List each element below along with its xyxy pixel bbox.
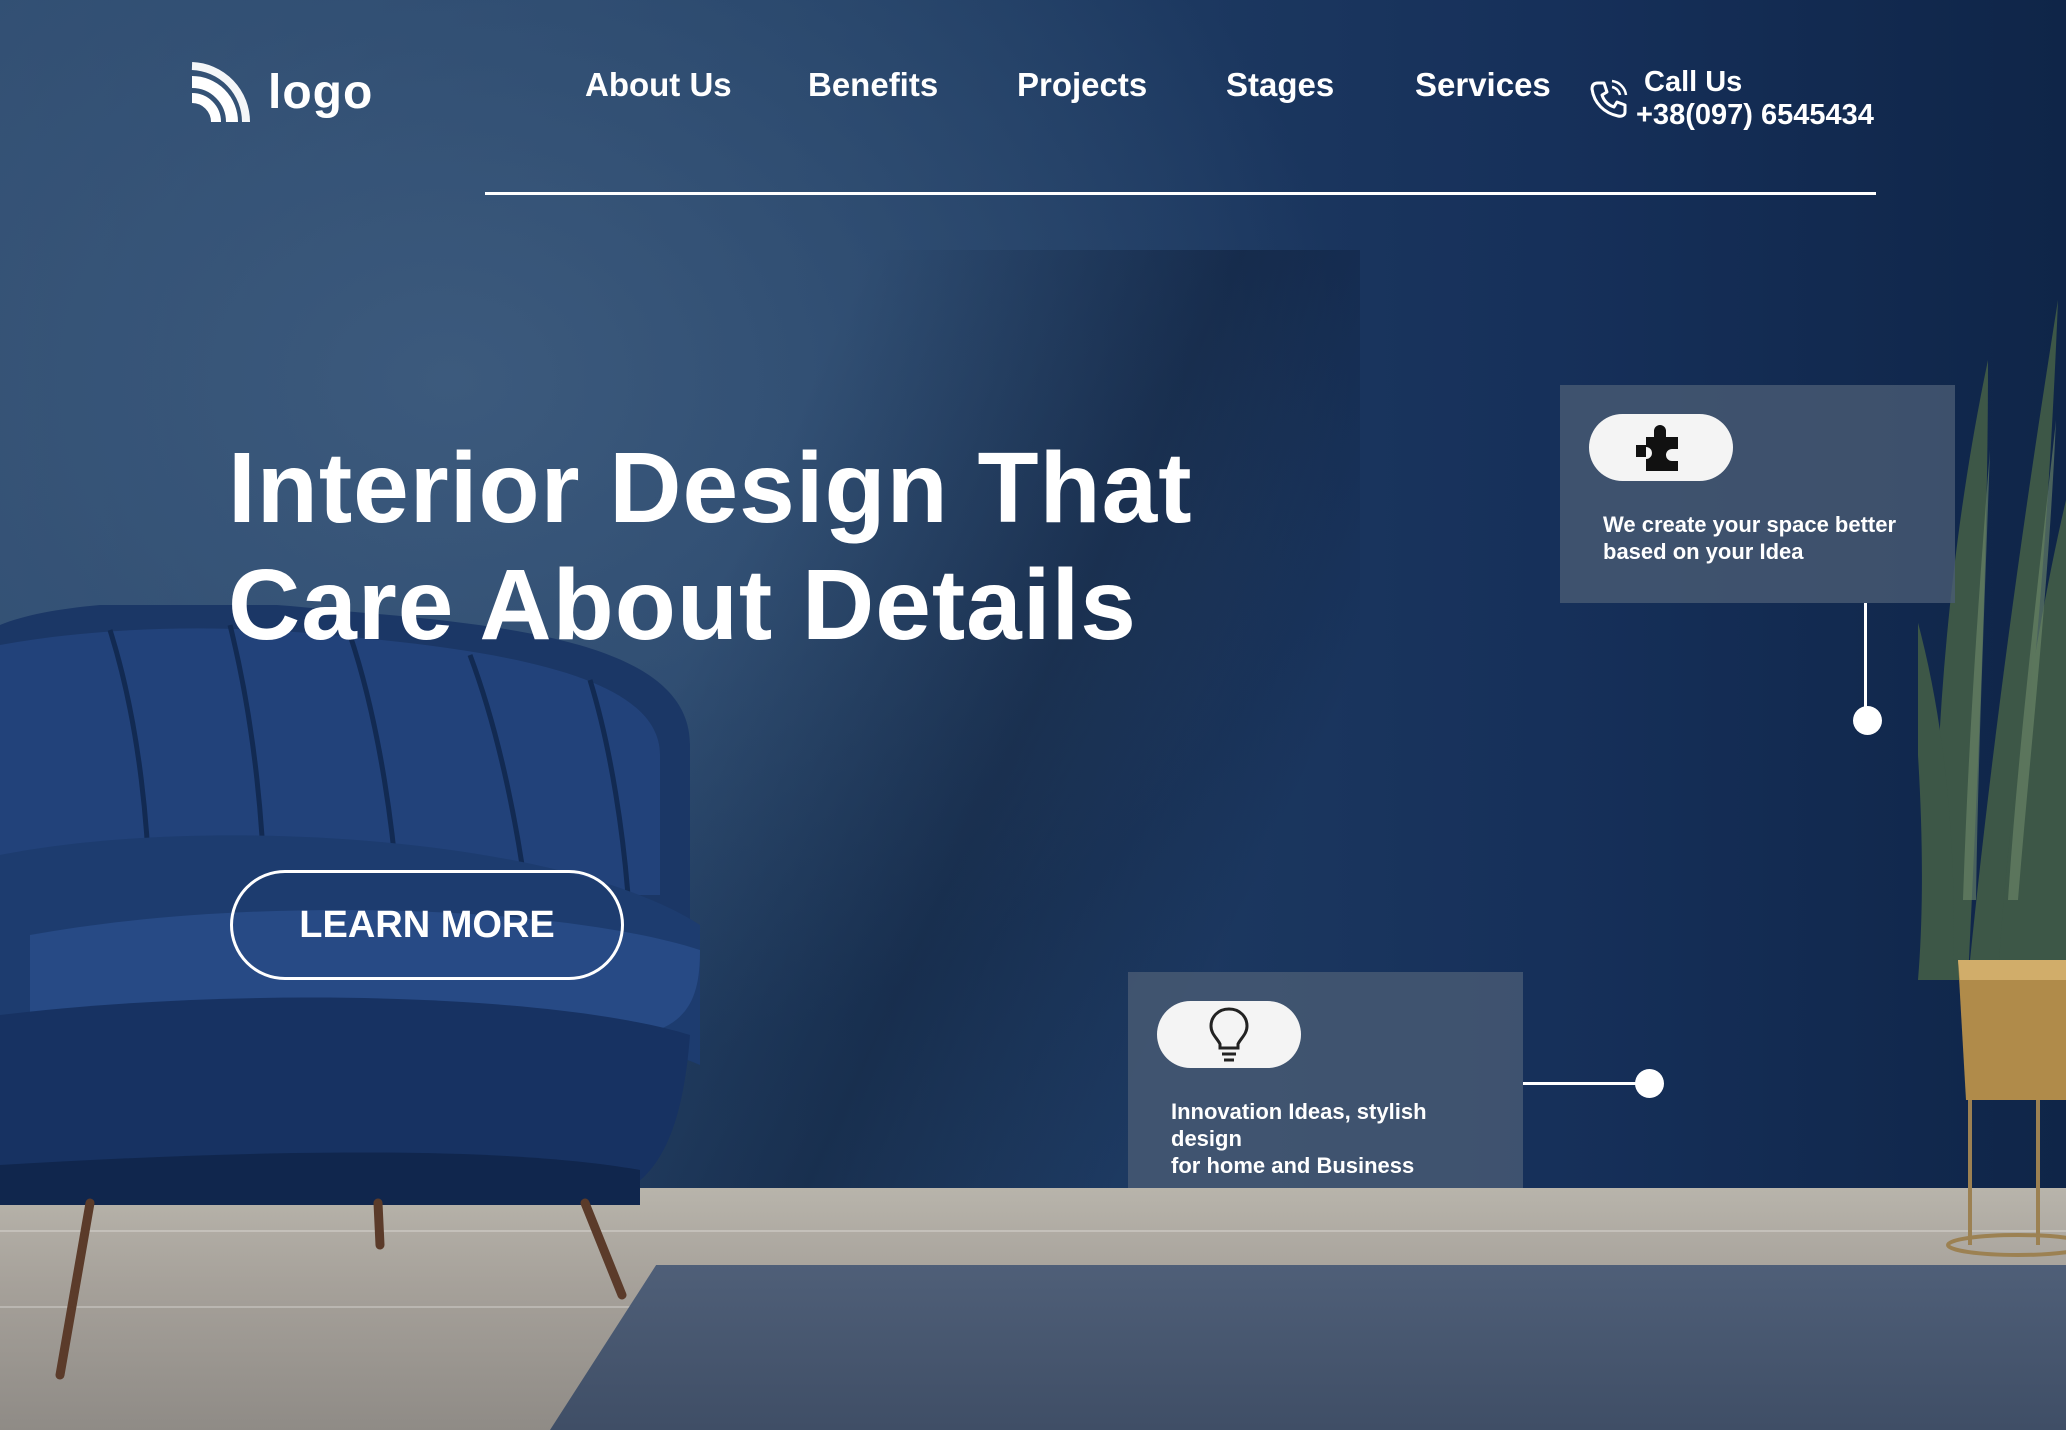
puzzle-icon [1636, 424, 1678, 471]
lightbulb-icon [1209, 1006, 1249, 1061]
nav-stages[interactable]: Stages [1226, 66, 1334, 104]
feature-text-line: based on your Idea [1603, 539, 1804, 564]
phone-number[interactable]: +38(097) 6545434 [1636, 99, 1874, 132]
nav-benefits[interactable]: Benefits [808, 66, 938, 104]
feature-icon-pill [1589, 414, 1733, 481]
feature-text: Innovation Ideas, stylish design for hom… [1171, 1098, 1471, 1179]
connector-line [1864, 603, 1867, 721]
call-us[interactable]: Call Us +38(097) 6545434 [1590, 66, 1874, 132]
phone-icon [1590, 79, 1628, 118]
call-us-label: Call Us [1644, 66, 1743, 98]
armchair-image [0, 605, 700, 1380]
hero-title: Interior Design That Care About Details [228, 430, 1193, 664]
connector-line [1523, 1082, 1650, 1085]
feature-card-innovation: Innovation Ideas, stylish design for hom… [1128, 972, 1523, 1188]
landing-page: logo About Us Benefits Projects Stages S… [0, 0, 2066, 1430]
call-us-text: Call Us +38(097) 6545434 [1636, 66, 1874, 132]
feature-text-line: We create your space better [1603, 512, 1897, 537]
logo-text: logo [268, 65, 374, 119]
site-logo[interactable]: logo [188, 60, 373, 124]
feature-text-line: Innovation Ideas, stylish [1171, 1099, 1427, 1124]
nav-services[interactable]: Services [1415, 66, 1551, 104]
connector-dot [1853, 706, 1882, 735]
nav-projects[interactable]: Projects [1017, 66, 1147, 104]
header-divider [485, 192, 1876, 195]
feature-card-idea: We create your space better based on you… [1560, 385, 1955, 603]
feature-text: We create your space better based on you… [1603, 511, 1933, 565]
feature-icon-pill [1157, 1001, 1301, 1068]
hero-title-line-1: Interior Design That [228, 432, 1193, 544]
rug [550, 1265, 2066, 1430]
connector-dot [1635, 1069, 1664, 1098]
nav-about-us[interactable]: About Us [585, 66, 732, 104]
feature-text-line: design [1171, 1126, 1242, 1151]
feature-text-line: for home and Business [1171, 1153, 1415, 1178]
logo-icon [191, 62, 250, 123]
hero-title-line-2: Care About Details [228, 549, 1137, 661]
learn-more-button[interactable]: LEARN MORE [230, 870, 624, 980]
